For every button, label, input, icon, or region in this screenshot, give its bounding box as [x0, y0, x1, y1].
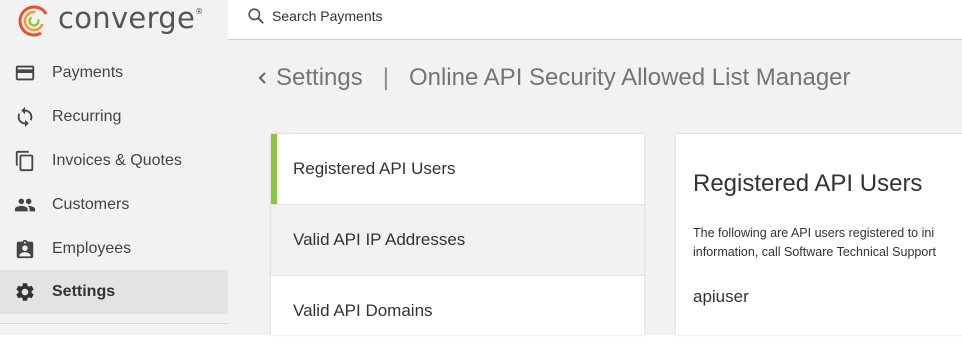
list-item-label: Valid API IP Addresses — [293, 230, 466, 249]
sidebar: converge® Payments Recurring Invoices & … — [0, 0, 228, 335]
copy-icon — [14, 150, 36, 172]
list-item-label: Valid API Domains — [293, 301, 433, 320]
sidebar-item-label: Employees — [52, 240, 132, 257]
badge-icon — [14, 238, 36, 260]
top-bar — [228, 0, 962, 40]
sidebar-item-employees[interactable]: Employees — [0, 227, 228, 271]
api-user-item[interactable]: apiuser — [693, 287, 749, 307]
page-title: Online API Security Allowed List Manager — [408, 64, 851, 91]
breadcrumb: Settings | Online API Security Allowed L… — [256, 62, 851, 94]
search-icon[interactable] — [246, 6, 266, 26]
sidebar-item-invoices-quotes[interactable]: Invoices & Quotes — [0, 139, 228, 183]
list-item-valid-api-ip-addresses[interactable]: Valid API IP Addresses — [271, 205, 644, 276]
detail-description-line: The following are API users registered t… — [693, 226, 935, 240]
sidebar-item-recurring[interactable]: Recurring — [0, 95, 228, 139]
sidebar-item-label: Settings — [52, 283, 116, 300]
sidebar-divider — [0, 323, 228, 324]
sidebar-item-label: Payments — [52, 64, 124, 81]
sidebar-item-customers[interactable]: Customers — [0, 183, 228, 227]
detail-description-line: information, call Software Technical Sup… — [693, 245, 936, 259]
detail-title: Registered API Users — [693, 170, 923, 197]
converge-logo-mark-icon — [18, 5, 50, 37]
detail-description: The following are API users registered t… — [693, 224, 936, 262]
sidebar-item-label: Customers — [52, 196, 130, 213]
sidebar-item-label: Recurring — [52, 108, 122, 125]
people-icon — [14, 194, 36, 216]
converge-logo[interactable]: converge® — [18, 0, 203, 42]
list-item-valid-api-domains[interactable]: Valid API Domains — [271, 276, 644, 346]
sidebar-item-payments[interactable]: Payments — [0, 51, 228, 95]
credit-card-icon — [14, 62, 36, 84]
detail-panel: Registered API Users The following are A… — [676, 134, 962, 335]
sidebar-item-settings[interactable]: Settings — [0, 270, 228, 314]
main-content: Settings | Online API Security Allowed L… — [228, 40, 962, 335]
breadcrumb-separator: | — [382, 64, 389, 91]
sidebar-item-label: Invoices & Quotes — [52, 152, 182, 169]
search-input[interactable] — [272, 6, 572, 26]
list-item-label: Registered API Users — [293, 159, 456, 178]
api-settings-list: Registered API Users Valid API IP Addres… — [271, 134, 644, 335]
refresh-icon — [14, 106, 36, 128]
logo-wordmark: converge® — [58, 0, 204, 35]
gear-icon — [14, 281, 36, 303]
list-item-registered-api-users[interactable]: Registered API Users — [271, 134, 644, 205]
breadcrumb-parent-link[interactable]: Settings — [276, 64, 363, 92]
chevron-left-icon[interactable] — [256, 70, 268, 86]
